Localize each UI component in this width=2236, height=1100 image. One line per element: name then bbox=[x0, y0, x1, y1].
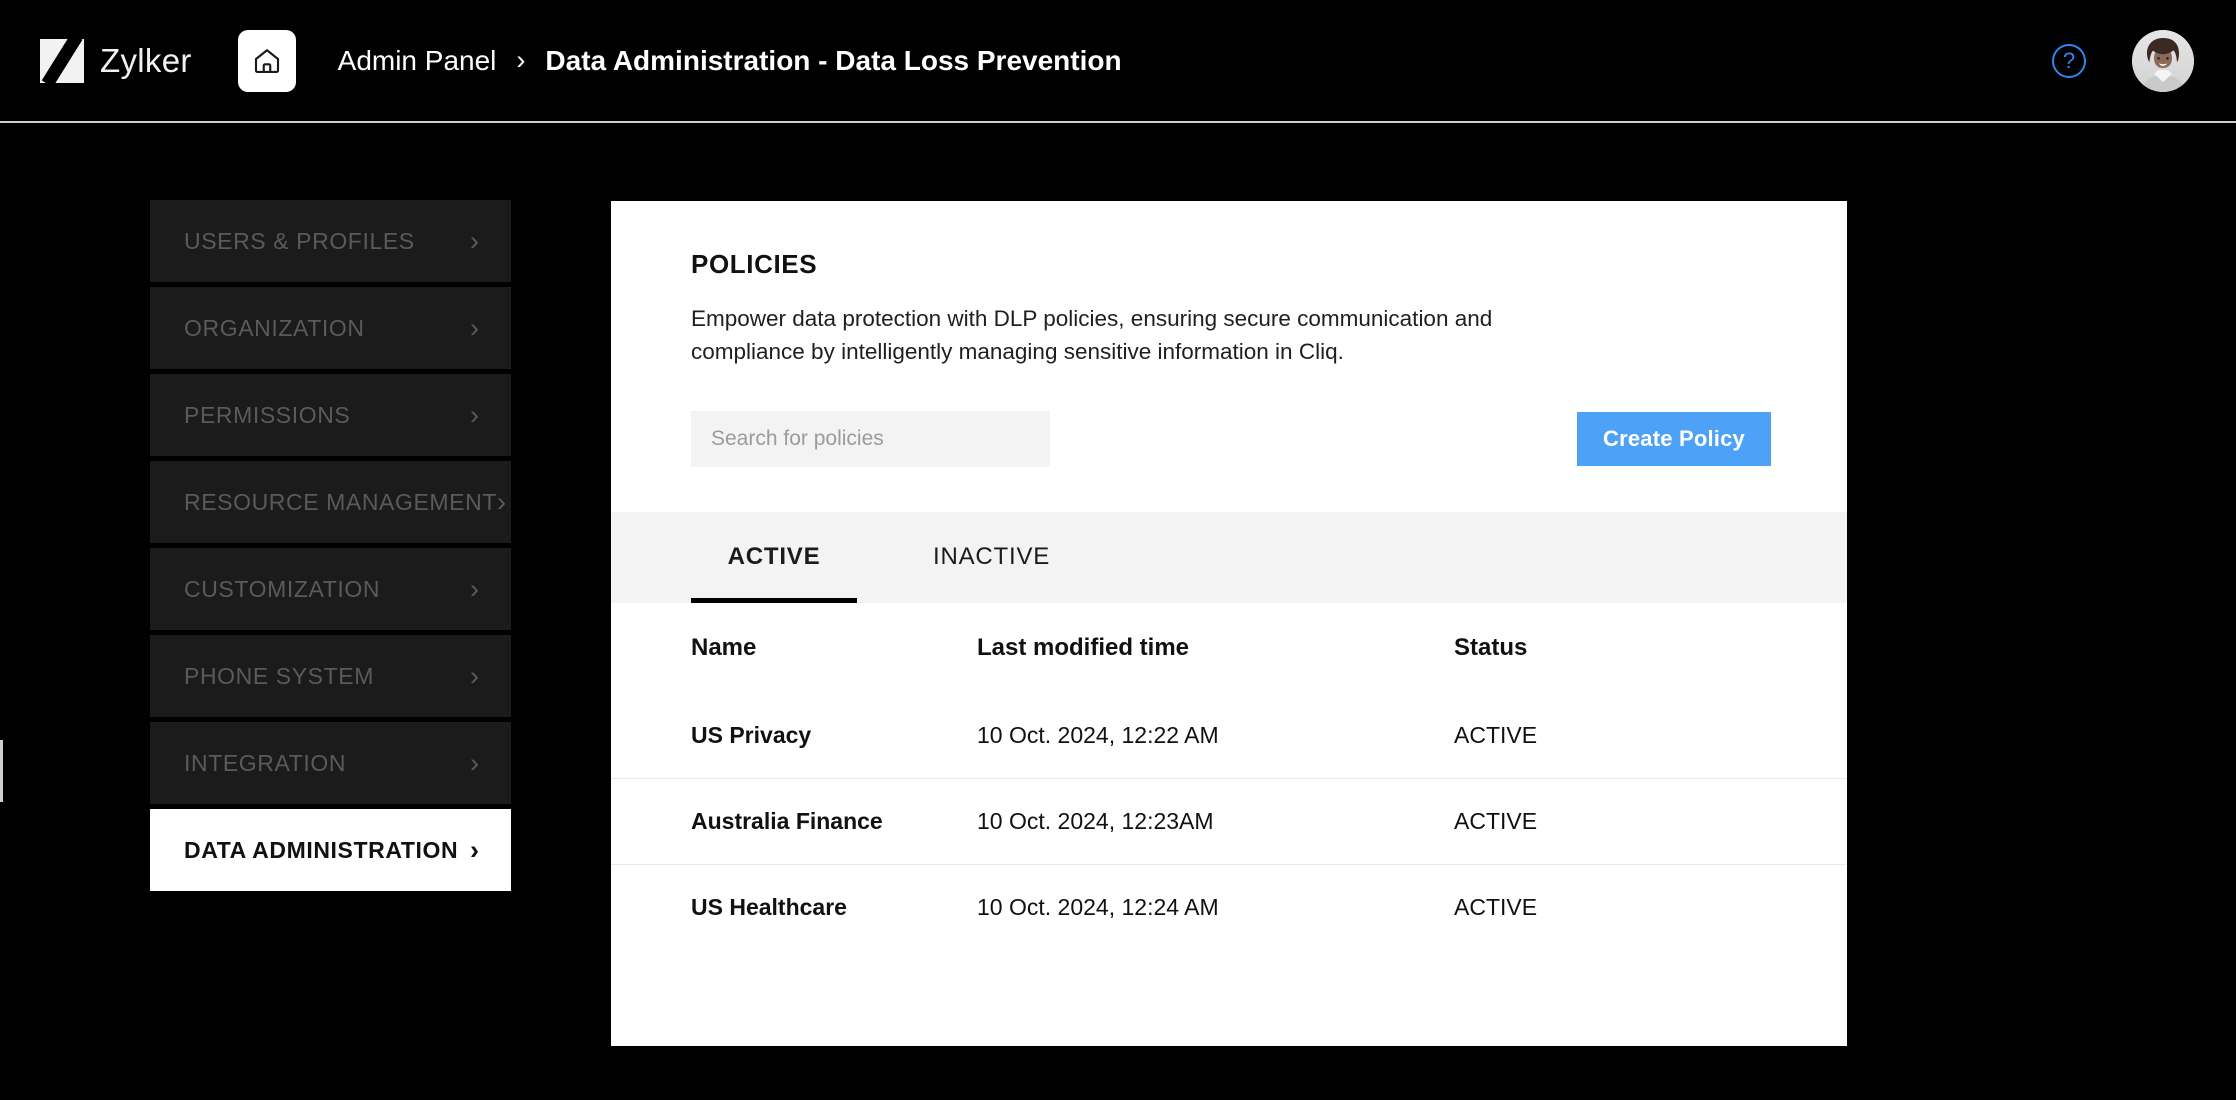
header-actions: ? bbox=[2052, 29, 2194, 92]
breadcrumb-admin-panel[interactable]: Admin Panel bbox=[338, 45, 497, 77]
sidebar-item-label: ORGANIZATION bbox=[184, 314, 365, 341]
sidebar-item-label: CUSTOMIZATION bbox=[184, 575, 381, 602]
brand-logo[interactable]: Zylker bbox=[40, 33, 192, 88]
table-row[interactable]: US Healthcare 10 Oct. 2024, 12:24 AM ACT… bbox=[611, 864, 1847, 951]
card-header: POLICIES Empower data protection with DL… bbox=[611, 201, 1847, 467]
tab-inactive[interactable]: INACTIVE bbox=[933, 512, 1050, 603]
zylker-logo-icon bbox=[40, 33, 84, 88]
policies-card: POLICIES Empower data protection with DL… bbox=[611, 201, 1847, 1046]
user-avatar-image bbox=[2132, 29, 2194, 92]
status-badge: ACTIVE bbox=[1454, 808, 1538, 835]
sidebar-item-label: PHONE SYSTEM bbox=[184, 662, 374, 689]
status-badge: ACTIVE bbox=[1454, 894, 1538, 921]
sidebar-item-users-profiles[interactable]: USERS & PROFILES › bbox=[150, 200, 511, 282]
cell-modified-time: 10 Oct. 2024, 12:23AM bbox=[977, 808, 1214, 835]
policies-table: Name Last modified time Status US Privac… bbox=[611, 603, 1847, 951]
sidebar-item-label: RESOURCE MANAGEMENT bbox=[184, 488, 497, 515]
table-row[interactable]: US Privacy 10 Oct. 2024, 12:22 AM ACTIVE bbox=[611, 693, 1847, 779]
sidebar-item-customization[interactable]: CUSTOMIZATION › bbox=[150, 548, 511, 630]
column-header-status: Status bbox=[1454, 633, 1528, 661]
chevron-right-icon: › bbox=[470, 834, 479, 865]
cell-policy-name: US Privacy bbox=[691, 721, 812, 748]
policy-status-tabs: ACTIVE INACTIVE bbox=[611, 511, 1847, 603]
cell-modified-time: 10 Oct. 2024, 12:22 AM bbox=[977, 721, 1219, 748]
chevron-right-icon: › bbox=[470, 747, 479, 778]
create-policy-button[interactable]: Create Policy bbox=[1576, 411, 1771, 466]
sidebar-item-integration[interactable]: INTEGRATION › bbox=[150, 722, 511, 804]
column-header-modified: Last modified time bbox=[977, 633, 1190, 661]
sidebar-item-phone-system[interactable]: PHONE SYSTEM › bbox=[150, 635, 511, 717]
column-header-name: Name bbox=[691, 633, 757, 661]
status-badge: ACTIVE bbox=[1454, 721, 1538, 748]
table-body: US Privacy 10 Oct. 2024, 12:22 AM ACTIVE… bbox=[611, 693, 1847, 951]
sidebar-item-label: PERMISSIONS bbox=[184, 401, 351, 428]
search-input[interactable] bbox=[691, 410, 1050, 467]
breadcrumb: Admin Panel › Data Administration - Data… bbox=[338, 45, 1122, 77]
chevron-right-icon: › bbox=[516, 45, 526, 75]
admin-sidebar-nav: USERS & PROFILES › ORGANIZATION › PERMIS… bbox=[150, 200, 511, 896]
table-row[interactable]: Australia Finance 10 Oct. 2024, 12:23AM … bbox=[611, 778, 1847, 865]
table-header-row: Name Last modified time Status bbox=[611, 603, 1847, 693]
chevron-right-icon: › bbox=[470, 399, 479, 430]
section-description: Empower data protection with DLP policie… bbox=[691, 306, 1493, 365]
sidebar-item-label: DATA ADMINISTRATION bbox=[184, 836, 459, 863]
tab-active[interactable]: ACTIVE bbox=[691, 512, 857, 603]
cell-policy-name: US Healthcare bbox=[691, 894, 847, 921]
page-title: Data Administration - Data Loss Preventi… bbox=[545, 44, 1122, 76]
sidebar-item-resource-management[interactable]: RESOURCE MANAGEMENT › bbox=[150, 461, 511, 543]
table-header: Name Last modified time Status bbox=[611, 603, 1847, 693]
sidebar-item-data-administration[interactable]: DATA ADMINISTRATION › bbox=[150, 809, 511, 891]
top-header-bar: Zylker Admin Panel › Data Administration… bbox=[0, 0, 2236, 123]
avatar[interactable] bbox=[2132, 29, 2194, 92]
card-action-row: Create Policy bbox=[691, 410, 1847, 467]
sidebar-item-label: USERS & PROFILES bbox=[184, 227, 415, 254]
sidebar-item-label: INTEGRATION bbox=[184, 749, 347, 776]
home-icon bbox=[252, 46, 282, 76]
home-button[interactable] bbox=[237, 29, 296, 92]
chevron-right-icon: › bbox=[470, 660, 479, 691]
page-scrollbar-indicator[interactable] bbox=[0, 740, 3, 802]
chevron-right-icon: › bbox=[496, 486, 506, 517]
brand-name: Zylker bbox=[100, 41, 192, 79]
chevron-right-icon: › bbox=[470, 225, 479, 256]
cell-policy-name: Australia Finance bbox=[691, 808, 883, 835]
chevron-right-icon: › bbox=[470, 312, 479, 343]
sidebar-item-organization[interactable]: ORGANIZATION › bbox=[150, 287, 511, 369]
section-title: POLICIES bbox=[691, 249, 818, 279]
help-icon[interactable]: ? bbox=[2052, 43, 2086, 78]
cell-modified-time: 10 Oct. 2024, 12:24 AM bbox=[977, 894, 1219, 921]
sidebar-item-permissions[interactable]: PERMISSIONS › bbox=[150, 374, 511, 456]
chevron-right-icon: › bbox=[470, 573, 479, 604]
